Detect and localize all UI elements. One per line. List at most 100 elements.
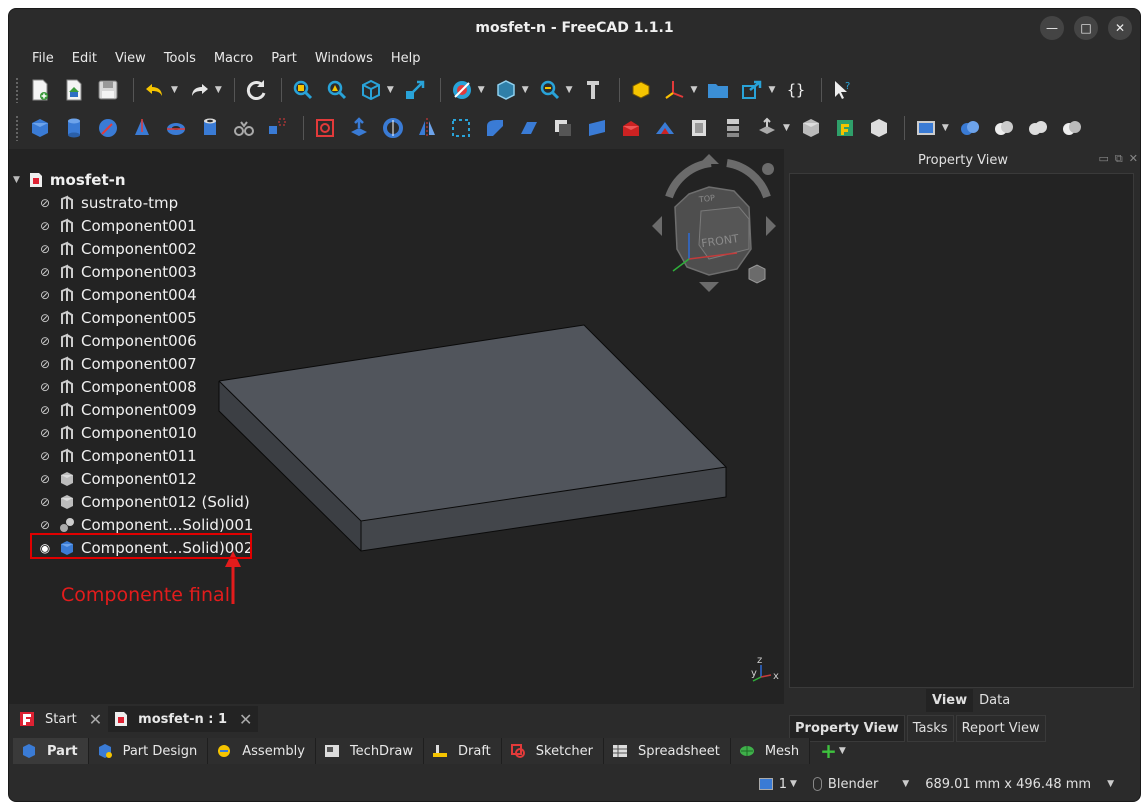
menu-part[interactable]: Part — [262, 51, 306, 66]
cube-icon[interactable] — [25, 113, 55, 143]
minimize-button[interactable]: — — [1040, 16, 1064, 40]
panel-close-icon[interactable]: ✕ — [1129, 152, 1138, 166]
tree-item[interactable]: ⊘ Component006 — [37, 330, 197, 352]
new-document-icon[interactable] — [25, 75, 55, 105]
attachment-icon[interactable] — [830, 113, 860, 143]
hidden-eye-icon[interactable]: ⊘ — [37, 288, 53, 302]
cylinder-icon[interactable] — [59, 113, 89, 143]
measurement-icon[interactable] — [911, 113, 941, 143]
tree-item[interactable]: ⊘ Component011 — [37, 445, 197, 467]
expand-arrow-icon[interactable]: ▼ — [13, 175, 20, 185]
menu-windows[interactable]: Windows — [306, 51, 382, 66]
tree-item[interactable]: ⊘ sustrato-tmp — [37, 192, 178, 214]
revolve-icon[interactable] — [378, 113, 408, 143]
whats-this-icon[interactable]: ? — [828, 75, 858, 105]
menu-view[interactable]: View — [106, 51, 155, 66]
projection-dropdown-icon[interactable]: ▼ — [783, 123, 790, 133]
tab-report-view[interactable]: Report View — [955, 715, 1046, 742]
menu-tools[interactable]: Tools — [155, 51, 205, 66]
menu-edit[interactable]: Edit — [63, 51, 106, 66]
save-icon[interactable] — [93, 75, 123, 105]
bounding-box-dropdown-icon[interactable]: ▼ — [522, 85, 529, 95]
hidden-eye-icon[interactable]: ⊘ — [37, 242, 53, 256]
undo-dropdown-icon[interactable]: ▼ — [171, 85, 178, 95]
sketch-icon[interactable] — [310, 113, 340, 143]
section-icon[interactable] — [548, 113, 578, 143]
hidden-eye-icon[interactable]: ⊘ — [37, 449, 53, 463]
tree-item[interactable]: ⊘ Component004 — [37, 284, 197, 306]
hidden-eye-icon[interactable]: ⊘ — [37, 265, 53, 279]
workbench-part-design[interactable]: Part Design — [88, 738, 209, 764]
refresh-icon[interactable] — [241, 75, 271, 105]
workbench-mesh[interactable]: Mesh — [730, 738, 811, 764]
workbench-assembly[interactable]: Assembly — [208, 738, 316, 764]
hidden-eye-icon[interactable]: ⊘ — [37, 380, 53, 394]
cone-icon[interactable] — [127, 113, 157, 143]
view-selector[interactable]: 1 ▼ — [758, 777, 803, 792]
primitives-icon[interactable] — [229, 113, 259, 143]
offset-icon[interactable] — [650, 113, 680, 143]
menu-macro[interactable]: Macro — [205, 51, 262, 66]
measure-icon[interactable] — [579, 75, 609, 105]
tree-item[interactable]: ⊘ Component005 — [37, 307, 197, 329]
workbench-spreadsheet[interactable]: Spreadsheet — [603, 738, 731, 764]
nav-view-menu-icon[interactable] — [748, 264, 766, 284]
tab-tasks[interactable]: Tasks — [906, 715, 954, 742]
refine-shape-icon[interactable] — [864, 113, 894, 143]
property-editor[interactable] — [789, 173, 1134, 688]
mirror-icon[interactable] — [412, 113, 442, 143]
nav-rotate-up-icon[interactable] — [699, 154, 719, 164]
link-icon[interactable] — [737, 75, 767, 105]
measurement-dropdown-icon[interactable]: ▼ — [942, 123, 949, 133]
std-views-dropdown-icon[interactable]: ▼ — [387, 85, 394, 95]
hidden-eye-icon[interactable]: ⊘ — [37, 196, 53, 210]
hidden-eye-icon[interactable]: ⊘ — [37, 518, 53, 532]
tab-start[interactable]: Start ✕ — [13, 706, 108, 732]
coordinate-dropdown-icon[interactable]: ▼ — [691, 85, 698, 95]
align-to-selection-icon[interactable] — [400, 75, 430, 105]
workbench-sketcher[interactable]: Sketcher — [501, 738, 604, 764]
cross-section-icon[interactable] — [616, 113, 646, 143]
tree-item[interactable]: ⊘ Component007 — [37, 353, 197, 375]
projection-icon[interactable] — [752, 113, 782, 143]
tree-item[interactable]: ⊘ Component012 (Solid) — [37, 491, 250, 513]
nav-rotate-down-icon[interactable] — [699, 282, 719, 292]
hidden-eye-icon[interactable]: ⊘ — [37, 334, 53, 348]
dimension-display[interactable]: 689.01 mm x 496.48 mm ▼ — [925, 777, 1120, 792]
tree-item[interactable]: ⊘ Component001 — [37, 215, 197, 237]
sphere-icon[interactable] — [93, 113, 123, 143]
redo-icon[interactable] — [184, 75, 214, 105]
common-icon[interactable] — [1057, 113, 1087, 143]
tree-root-document[interactable]: ▼ mosfet-n — [13, 169, 126, 191]
draw-style-dropdown-icon[interactable]: ▼ — [478, 85, 485, 95]
thickness-icon[interactable] — [684, 113, 714, 143]
group-folder-icon[interactable] — [703, 75, 733, 105]
fit-selection-icon[interactable] — [322, 75, 352, 105]
menu-help[interactable]: Help — [382, 51, 430, 66]
close-tab-start-icon[interactable]: ✕ — [89, 710, 102, 729]
expression-icon[interactable]: {} — [781, 75, 811, 105]
open-document-icon[interactable] — [59, 75, 89, 105]
close-button[interactable]: ✕ — [1108, 16, 1132, 40]
tree-item[interactable]: ⊘ Component010 — [37, 422, 197, 444]
zoom-dropdown-icon[interactable]: ▼ — [566, 85, 573, 95]
extrude-icon[interactable] — [344, 113, 374, 143]
shape-builder-icon[interactable] — [263, 113, 293, 143]
fillet-icon[interactable] — [446, 113, 476, 143]
workbench-techdraw[interactable]: TechDraw — [315, 738, 425, 764]
close-tab-mosfet-n-icon[interactable]: ✕ — [239, 710, 252, 729]
loft-icon[interactable] — [514, 113, 544, 143]
tree-item[interactable]: ⊘ Component002 — [37, 238, 197, 260]
add-workbench-dropdown-icon[interactable]: ▼ — [839, 746, 846, 756]
menu-file[interactable]: File — [23, 51, 63, 66]
workbench-part[interactable]: Part — [13, 738, 89, 764]
fuse-icon[interactable] — [1023, 113, 1053, 143]
navigation-style-selector[interactable]: Blender ▼ — [812, 777, 915, 792]
hidden-eye-icon[interactable]: ⊘ — [37, 219, 53, 233]
draw-style-icon[interactable] — [447, 75, 477, 105]
hidden-eye-icon[interactable]: ⊘ — [37, 472, 53, 486]
tree-item[interactable]: ⊘ Component012 — [37, 468, 197, 490]
link-dropdown-icon[interactable]: ▼ — [768, 85, 775, 95]
panel-float-icon[interactable]: ⧉ — [1115, 152, 1123, 166]
chamfer-icon[interactable] — [480, 113, 510, 143]
